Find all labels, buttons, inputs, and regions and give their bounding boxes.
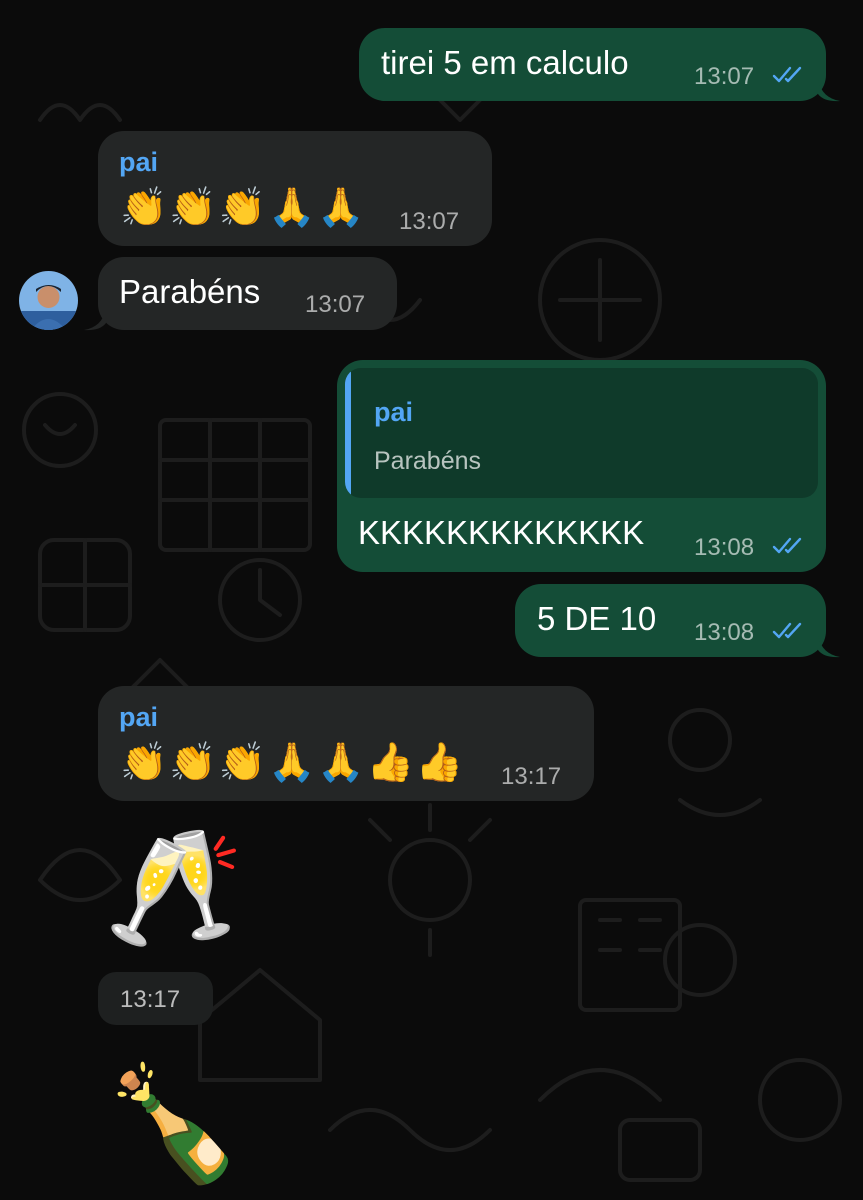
message-time: 13:07: [399, 208, 460, 235]
champagne-bottle-sticker[interactable]: 🍾: [104, 1068, 245, 1180]
bubble-tail: [818, 636, 840, 658]
sender-name: pai: [119, 702, 159, 732]
double-check-read-icon: [772, 66, 802, 83]
outgoing-message[interactable]: tirei 5 em calculo 13:07: [359, 28, 826, 101]
double-check-read-icon: [772, 622, 802, 639]
quoted-text: Parabéns: [374, 447, 482, 475]
emoji-reaction-text: 👏👏👏🙏🙏👍👍: [120, 740, 466, 784]
bubble-tail: [84, 309, 106, 331]
bubble-tail: [818, 80, 840, 102]
sender-name: pai: [119, 147, 159, 177]
incoming-message[interactable]: pai 👏👏👏🙏🙏👍👍 13:17: [98, 686, 594, 801]
champagne-glasses-sticker[interactable]: 🥂: [104, 832, 245, 944]
double-check-read-icon: [772, 537, 802, 554]
incoming-message[interactable]: pai 👏👏👏🙏🙏 13:07: [98, 131, 492, 246]
incoming-message[interactable]: Parabéns 13:07: [98, 257, 397, 330]
message-time: 13:07: [694, 63, 755, 90]
outgoing-message[interactable]: 5 DE 10 13:08: [515, 584, 826, 657]
outgoing-reply-message[interactable]: pai Parabéns KKKKKKKKKKKKK 13:08: [337, 360, 826, 572]
quoted-message[interactable]: pai Parabéns: [345, 368, 818, 498]
message-time: 13:17: [120, 986, 181, 1013]
avatar[interactable]: [19, 271, 78, 330]
sticker-time-pill: 13:17: [98, 972, 213, 1025]
message-time: 13:07: [305, 291, 366, 318]
message-text: KKKKKKKKKKKKK: [358, 514, 645, 551]
message-text: 5 DE 10: [537, 600, 657, 637]
quoted-sender-name: pai: [374, 397, 414, 427]
message-time: 13:08: [694, 534, 755, 561]
emoji-reaction-text: 👏👏👏🙏🙏: [120, 185, 367, 229]
message-text: Parabéns: [119, 273, 261, 310]
quote-accent-bar: [345, 368, 351, 498]
avatar-image: [19, 271, 78, 330]
message-time: 13:17: [501, 763, 562, 790]
message-text: tirei 5 em calculo: [381, 44, 629, 81]
message-time: 13:08: [694, 619, 755, 646]
